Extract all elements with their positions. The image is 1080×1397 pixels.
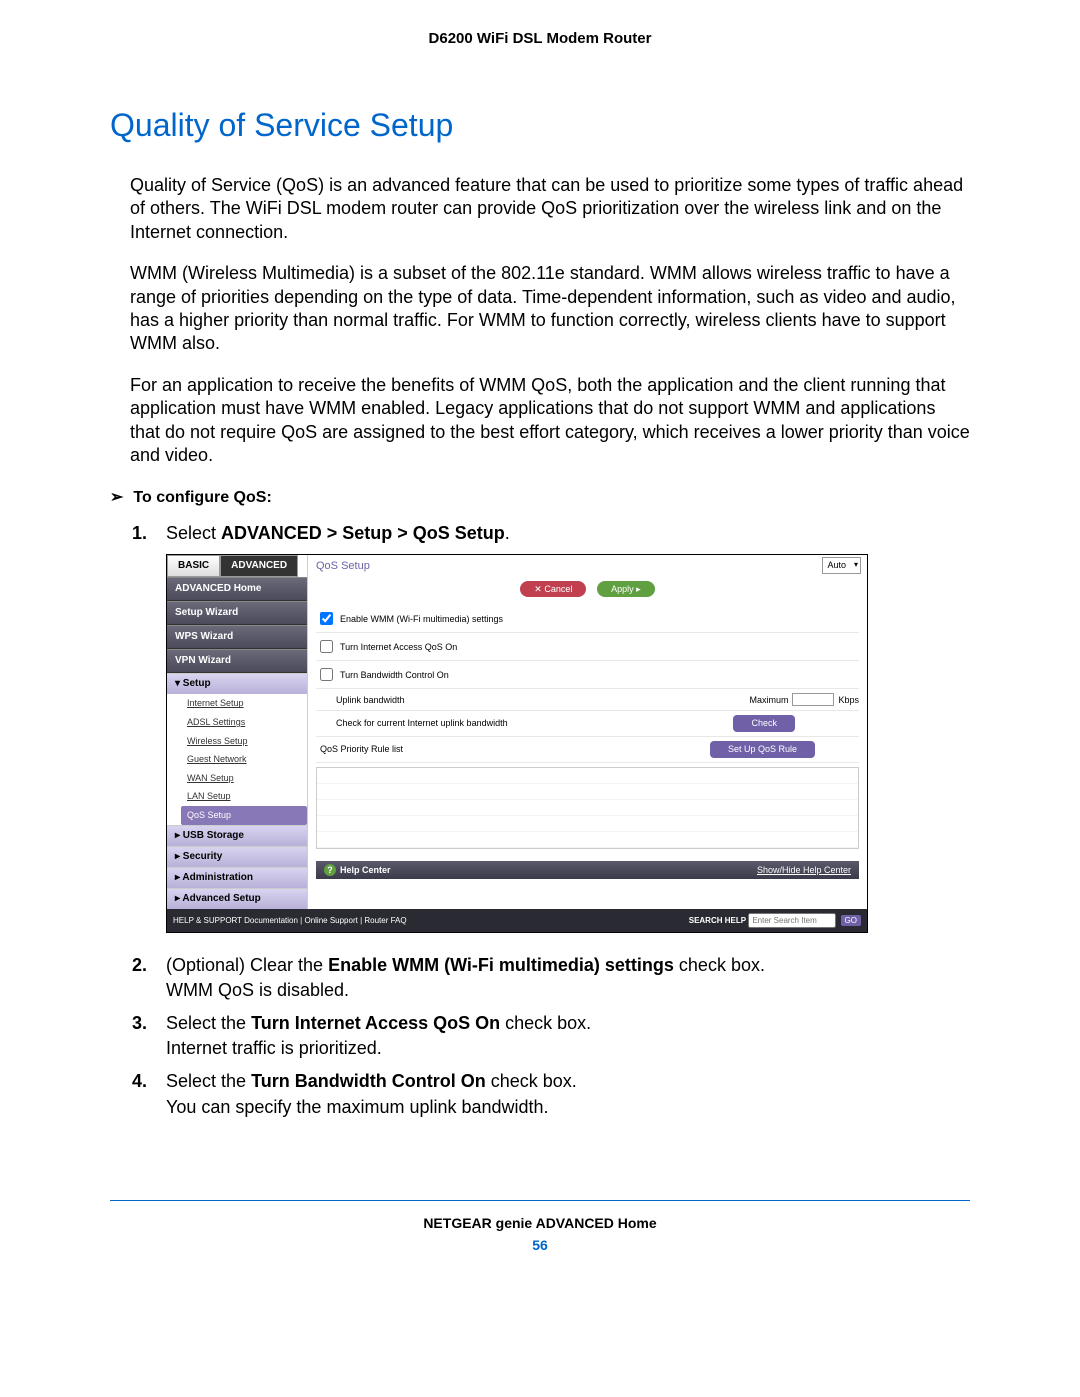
step-4-text-a: Select the [166,1071,251,1091]
show-hide-help[interactable]: Show/Hide Help Center [757,864,851,877]
label-enable-wmm: Enable WMM (Wi-Fi multimedia) settings [340,613,503,626]
cancel-label: Cancel [544,584,572,594]
step-2: (Optional) Clear the Enable WMM (Wi-Fi m… [132,953,970,1003]
qos-setup-screenshot: BASIC ADVANCED ADVANCED Home Setup Wizar… [166,554,868,932]
nav-security[interactable]: ▸ Security [167,846,307,867]
search-input[interactable] [748,913,836,928]
step-3-text-c: check box. [500,1013,591,1033]
nav-vpn-wizard[interactable]: VPN Wizard [167,649,307,673]
label-uplink: Uplink bandwidth [336,694,516,707]
content-title: QoS Setup [316,559,859,574]
nav-guest-network[interactable]: Guest Network [187,750,307,769]
apply-label: Apply [611,584,634,594]
checkbox-bandwidth-control[interactable] [320,668,333,681]
doc-header: D6200 WiFi DSL Modem Router [110,30,970,47]
label-qos-rule-list: QoS Priority Rule list [320,743,500,756]
step-1-text-c: . [505,523,510,543]
qos-rule-grid [316,767,859,849]
label-bandwidth-control: Turn Bandwidth Control On [340,669,449,682]
step-3-bold: Turn Internet Access QoS On [251,1013,500,1033]
help-icon: ? [324,864,336,876]
footer-title: NETGEAR genie ADVANCED Home [110,1215,970,1231]
nav-administration[interactable]: ▸ Administration [167,867,307,888]
help-center-label[interactable]: Help Center [340,865,391,875]
label-check-uplink: Check for current Internet uplink bandwi… [336,717,516,730]
arrow-icon: ▸ [634,584,641,594]
nav-lan-setup[interactable]: LAN Setup [187,787,307,806]
step-3: Select the Turn Internet Access QoS On c… [132,1011,970,1061]
step-4: Select the Turn Bandwidth Control On che… [132,1069,970,1119]
footer-help-support[interactable]: HELP & SUPPORT Documentation | Online Su… [173,915,407,926]
setup-qos-rule-button[interactable]: Set Up QoS Rule [710,741,815,758]
step-4-bold: Turn Bandwidth Control On [251,1071,486,1091]
content-pane: Auto QoS Setup ✕ Cancel Apply ▸ Enable W… [308,555,867,908]
nav-wan-setup[interactable]: WAN Setup [187,769,307,788]
intro-para-3: For an application to receive the benefi… [130,374,970,468]
cancel-button[interactable]: ✕ Cancel [520,581,586,598]
label-kbps: Kbps [838,694,859,707]
nav-advanced-home[interactable]: ADVANCED Home [167,577,307,601]
intro-para-1: Quality of Service (QoS) is an advanced … [130,174,970,244]
nav-internet-setup[interactable]: Internet Setup [187,694,307,713]
step-3-result: Internet traffic is prioritized. [166,1036,970,1061]
nav-adsl-settings[interactable]: ADSL Settings [187,713,307,732]
step-1: Select ADVANCED > Setup > QoS Setup. BAS… [132,521,970,944]
checkbox-enable-wmm[interactable] [320,612,333,625]
nav-wps-wizard[interactable]: WPS Wizard [167,625,307,649]
check-button[interactable]: Check [733,715,795,732]
nav-setup[interactable]: ▾ Setup [167,673,307,694]
checkbox-internet-qos[interactable] [320,640,333,653]
label-maximum: Maximum [749,694,788,707]
nav-wireless-setup[interactable]: Wireless Setup [187,732,307,751]
step-2-result: WMM QoS is disabled. [166,978,970,1003]
nav-usb-storage[interactable]: ▸ USB Storage [167,825,307,846]
section-title: Quality of Service Setup [110,107,970,144]
nav-setup-wizard[interactable]: Setup Wizard [167,601,307,625]
step-2-text-a: (Optional) Clear the [166,955,328,975]
auto-dropdown[interactable]: Auto [822,557,861,574]
procedure-heading: To configure QoS: [110,487,970,507]
page-number: 56 [110,1237,970,1253]
tab-basic[interactable]: BASIC [167,555,220,577]
apply-button[interactable]: Apply ▸ [597,581,655,598]
step-2-bold: Enable WMM (Wi-Fi multimedia) settings [328,955,674,975]
step-2-text-c: check box. [674,955,765,975]
step-3-text-a: Select the [166,1013,251,1033]
step-1-text-a: Select [166,523,221,543]
go-button[interactable]: GO [841,915,861,926]
tab-advanced[interactable]: ADVANCED [220,555,298,577]
nav-qos-setup[interactable]: QoS Setup [181,806,307,825]
close-icon: ✕ [534,584,544,594]
step-1-path: ADVANCED > Setup > QoS Setup [221,523,505,543]
intro-para-2: WMM (Wireless Multimedia) is a subset of… [130,262,970,356]
step-4-text-c: check box. [486,1071,577,1091]
label-internet-qos: Turn Internet Access QoS On [340,641,457,654]
step-4-result: You can specify the maximum uplink bandw… [166,1095,970,1120]
search-help-label: SEARCH HELP [689,916,746,925]
sidebar: BASIC ADVANCED ADVANCED Home Setup Wizar… [167,555,308,908]
nav-advanced-setup[interactable]: ▸ Advanced Setup [167,888,307,909]
input-max-bandwidth[interactable] [792,693,834,706]
